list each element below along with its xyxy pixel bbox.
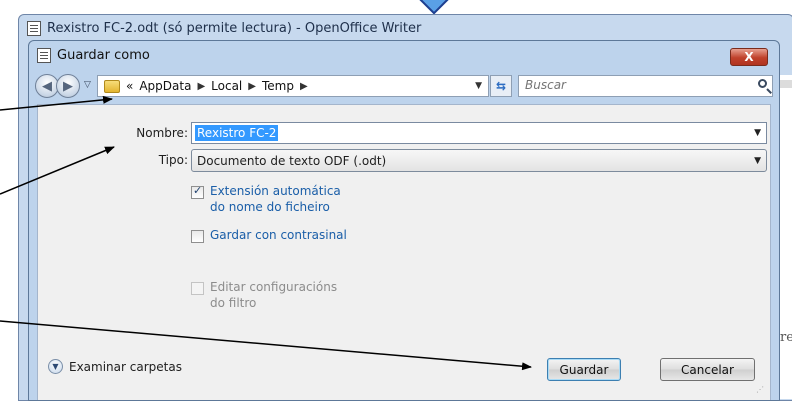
name-label: Nombre:: [136, 126, 188, 140]
refresh-button[interactable]: ⇆: [490, 75, 512, 97]
dialog-title: Guardar como: [57, 48, 150, 63]
writer-doc-icon: [37, 48, 51, 63]
navigation-bar: ◀ ▶ ▽ « AppData ▶ Local ▶ Temp ▶ ▼ ⇆: [29, 72, 779, 102]
file-name-value[interactable]: Rexistro FC-2: [195, 125, 279, 141]
top-marker-shape: [418, 0, 450, 15]
close-button[interactable]: X: [730, 48, 768, 66]
save-button[interactable]: Guardar: [547, 358, 621, 381]
file-name-input[interactable]: Rexistro FC-2 ▼: [191, 122, 767, 144]
background-document-text: re: [780, 330, 792, 345]
save-button-label: Guardar: [559, 362, 609, 377]
breadcrumb-local[interactable]: Local: [211, 79, 242, 93]
breadcrumb-overflow[interactable]: «: [126, 79, 133, 93]
edit-filter-label-line1: Editar configuracións: [210, 280, 338, 294]
refresh-icon: ⇆: [495, 79, 507, 93]
search-input[interactable]: [525, 78, 745, 92]
breadcrumb-separator-icon[interactable]: ▶: [300, 81, 308, 92]
edit-filter-label: Editar configuracións do filtro: [210, 279, 337, 311]
auto-extension-label-line2: do nome do ficheiro: [210, 200, 330, 214]
file-type-select[interactable]: Documento de texto ODF (.odt) ▼: [191, 149, 767, 172]
writer-doc-icon: [27, 21, 41, 36]
type-label: Tipo:: [158, 153, 188, 167]
edit-filter-label-line2: do filtro: [210, 296, 257, 310]
breadcrumb-temp[interactable]: Temp: [262, 79, 294, 93]
search-icon[interactable]: [758, 79, 767, 88]
edit-filter-checkbox: [191, 282, 204, 295]
auto-extension-label[interactable]: Extensión automática do nome do ficheiro: [210, 183, 341, 215]
auto-extension-label-line1: Extensión automática: [210, 184, 341, 198]
address-dropdown-icon[interactable]: ▼: [475, 81, 482, 91]
window-title: Rexistro FC-2.odt (só permite lectura) -…: [47, 21, 422, 36]
breadcrumb-separator-icon[interactable]: ▶: [197, 81, 205, 92]
forward-arrow-icon: ▶: [63, 78, 73, 94]
cancel-button[interactable]: Cancelar: [660, 358, 755, 381]
recent-pages-dropdown-icon[interactable]: ▽: [84, 80, 91, 90]
forward-button[interactable]: ▶: [56, 74, 80, 98]
breadcrumb-appdata[interactable]: AppData: [139, 79, 191, 93]
folder-icon: [104, 79, 120, 93]
dialog-content: Nombre: Rexistro FC-2 ▼ Tipo: Documento …: [37, 104, 771, 400]
save-as-dialog: Guardar como X ◀ ▶ ▽ « AppData ▶ Local ▶…: [28, 40, 780, 401]
file-type-value: Documento de texto ODF (.odt): [197, 153, 387, 168]
resize-grip-icon[interactable]: ⋰: [756, 386, 766, 396]
password-label[interactable]: Gardar con contrasinal: [210, 227, 347, 243]
chevron-down-icon[interactable]: ▼: [754, 128, 761, 138]
chevron-down-icon[interactable]: ▼: [754, 156, 761, 166]
expand-chevron-icon[interactable]: ▼: [48, 359, 63, 374]
password-checkbox[interactable]: [191, 230, 204, 243]
password-label-line1: Gardar con contrasinal: [210, 228, 347, 242]
window-title-bar: Rexistro FC-2.odt (só permite lectura) -…: [27, 21, 421, 36]
browse-folders-toggle[interactable]: ▼ Examinar carpetas: [48, 359, 182, 374]
search-box[interactable]: [518, 75, 773, 97]
address-bar[interactable]: « AppData ▶ Local ▶ Temp ▶ ▼: [97, 75, 489, 97]
close-icon: X: [744, 50, 754, 64]
back-arrow-icon: ◀: [42, 78, 52, 94]
browse-folders-label[interactable]: Examinar carpetas: [69, 360, 182, 374]
cancel-button-label: Cancelar: [681, 362, 734, 377]
breadcrumb-separator-icon[interactable]: ▶: [248, 81, 256, 92]
auto-extension-checkbox[interactable]: [191, 184, 204, 199]
dialog-title-bar: Guardar como: [37, 48, 150, 63]
